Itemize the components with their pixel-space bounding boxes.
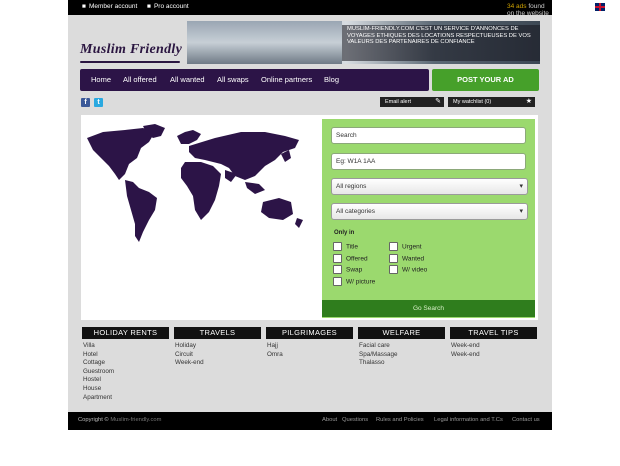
checkbox-box[interactable] bbox=[333, 254, 342, 263]
category-item[interactable]: Hotel bbox=[83, 351, 114, 360]
nav-item-blog[interactable]: Blog bbox=[324, 75, 339, 84]
category-item[interactable]: Spa/Massage bbox=[359, 351, 398, 360]
checkbox-box[interactable] bbox=[333, 277, 342, 286]
copyright: Copyright © Muslim-friendly.com bbox=[78, 417, 161, 423]
site-logo[interactable]: Muslim Friendly bbox=[80, 42, 182, 62]
chevron-down-icon: ▾ bbox=[519, 183, 523, 190]
category-item[interactable]: Cottage bbox=[83, 359, 114, 368]
watchlist-label: My watchlist (0) bbox=[453, 99, 492, 105]
regions-select[interactable]: All regions ▾ bbox=[331, 178, 528, 195]
pro-account-link[interactable]: ■ Pro account bbox=[147, 3, 189, 10]
checkbox-swap[interactable]: Swap bbox=[333, 265, 363, 274]
category-item[interactable]: Omra bbox=[267, 351, 283, 360]
category-item[interactable]: House bbox=[83, 385, 114, 394]
checkbox-label: Wanted bbox=[402, 255, 425, 263]
only-in-label: Only in bbox=[334, 230, 355, 236]
category-item[interactable]: Hostel bbox=[83, 376, 114, 385]
categories-value: All categories bbox=[336, 208, 376, 215]
location-input[interactable]: Eg: W1A 1AA bbox=[331, 153, 526, 170]
member-account-link[interactable]: ■ Member account bbox=[82, 3, 137, 10]
map-continents bbox=[87, 124, 303, 242]
category-item[interactable]: Holiday bbox=[175, 342, 204, 351]
category-item[interactable]: Thalasso bbox=[359, 359, 398, 368]
category-item[interactable]: Week-end bbox=[451, 351, 480, 360]
chevron-down-icon: ▾ bbox=[519, 208, 523, 215]
uk-flag-icon[interactable] bbox=[595, 3, 605, 11]
category-list-welfare: Facial care Spa/Massage Thalasso bbox=[359, 342, 398, 368]
checkbox-label: Swap bbox=[346, 266, 363, 274]
category-item[interactable]: Facial care bbox=[359, 342, 398, 351]
category-list-travels: Holiday Circuit Week-end bbox=[175, 342, 204, 368]
checkbox-with-picture[interactable]: W/ picture bbox=[333, 277, 376, 286]
checkbox-label: Offered bbox=[346, 255, 368, 263]
footer-link-rules[interactable]: Rules and Policies bbox=[376, 417, 424, 423]
copyright-text: Copyright © bbox=[78, 417, 109, 423]
category-heading-welfare[interactable]: WELFARE bbox=[358, 327, 445, 339]
post-your-ad-button[interactable]: POST YOUR AD bbox=[432, 69, 539, 91]
category-list-travel-tips: Week-end Week-end bbox=[451, 342, 480, 359]
checkbox-label: Urgent bbox=[402, 243, 422, 251]
checkbox-label: W/ picture bbox=[346, 278, 376, 286]
checkbox-box[interactable] bbox=[389, 242, 398, 251]
banner-photo bbox=[187, 21, 342, 64]
promo-banner[interactable]: MUSLIM-FRIENDLY.COM C'EST UN SERVICE D'A… bbox=[187, 21, 540, 64]
nav-item-online-partners[interactable]: Online partners bbox=[261, 75, 312, 84]
category-list-holiday-rents: Villa Hotel Cottage Guestroom Hostel Hou… bbox=[83, 342, 114, 402]
watchlist-button[interactable]: My watchlist (0) ★ bbox=[448, 97, 535, 107]
nav-item-home[interactable]: Home bbox=[91, 75, 111, 84]
category-item[interactable]: Guestroom bbox=[83, 368, 114, 377]
checkbox-box[interactable] bbox=[333, 242, 342, 251]
email-alert-button[interactable]: Email alert ✎ bbox=[380, 97, 444, 107]
category-heading-travel-tips[interactable]: TRAVEL TIPS bbox=[450, 327, 537, 339]
category-item[interactable]: Apartment bbox=[83, 394, 114, 403]
bullet-icon: ■ bbox=[82, 3, 86, 10]
go-search-button[interactable]: Go Search bbox=[322, 300, 535, 317]
logo-swoosh bbox=[80, 61, 180, 63]
checkbox-label: Title bbox=[346, 243, 359, 251]
pro-account-label: Pro account bbox=[153, 3, 189, 10]
banner-text: MUSLIM-FRIENDLY.COM C'EST UN SERVICE D'A… bbox=[342, 25, 540, 61]
checkbox-wanted[interactable]: Wanted bbox=[389, 254, 425, 263]
brush-icon: ✎ bbox=[435, 98, 441, 105]
footer-link-about[interactable]: About bbox=[322, 417, 337, 423]
checkbox-box[interactable] bbox=[333, 265, 342, 274]
checkbox-label: W/ video bbox=[402, 266, 428, 274]
checkbox-offered[interactable]: Offered bbox=[333, 254, 368, 263]
copyright-site-link[interactable]: Muslim-friendly.com bbox=[110, 417, 161, 423]
category-item[interactable]: Villa bbox=[83, 342, 114, 351]
categories-select[interactable]: All categories ▾ bbox=[331, 203, 528, 220]
footer-link-contact[interactable]: Contact us bbox=[512, 417, 540, 423]
checkbox-box[interactable] bbox=[389, 254, 398, 263]
checkbox-title[interactable]: Title bbox=[333, 242, 359, 251]
category-item[interactable]: Hajj bbox=[267, 342, 283, 351]
category-item[interactable]: Week-end bbox=[451, 342, 480, 351]
top-bar: ■ Member account ■ Pro account 34 ads foun… bbox=[68, 0, 605, 24]
main-nav: Home All offered All wanted All swaps On… bbox=[80, 69, 429, 91]
category-item[interactable]: Week-end bbox=[175, 359, 204, 368]
checkbox-with-video[interactable]: W/ video bbox=[389, 265, 428, 274]
nav-item-all-offered[interactable]: All offered bbox=[123, 75, 157, 84]
search-input[interactable]: Search bbox=[331, 127, 526, 144]
member-account-label: Member account bbox=[88, 3, 138, 10]
star-icon: ★ bbox=[525, 98, 532, 105]
category-list-pilgrimages: Hajj Omra bbox=[267, 342, 283, 359]
bullet-icon: ■ bbox=[147, 3, 151, 10]
facebook-icon[interactable]: f bbox=[81, 98, 90, 107]
category-heading-travels[interactable]: TRAVELS bbox=[174, 327, 261, 339]
category-heading-holiday-rents[interactable]: HOLIDAY RENTS bbox=[82, 327, 169, 339]
footer-link-questions[interactable]: Questions bbox=[342, 417, 368, 423]
nav-item-all-wanted[interactable]: All wanted bbox=[170, 75, 205, 84]
world-map[interactable] bbox=[85, 124, 310, 254]
category-item[interactable]: Circuit bbox=[175, 351, 204, 360]
category-heading-pilgrimages[interactable]: PILGRIMAGES bbox=[266, 327, 353, 339]
regions-value: All regions bbox=[336, 183, 367, 190]
footer: Copyright © Muslim-friendly.com About Qu… bbox=[68, 412, 552, 430]
nav-item-all-swaps[interactable]: All swaps bbox=[217, 75, 249, 84]
checkbox-urgent[interactable]: Urgent bbox=[389, 242, 422, 251]
online-count: 34 ads bbox=[507, 3, 527, 10]
twitter-icon[interactable]: t bbox=[94, 98, 103, 107]
email-alert-label: Email alert bbox=[385, 99, 411, 105]
footer-link-legal[interactable]: Legal information and T.Cs bbox=[434, 417, 503, 423]
checkbox-box[interactable] bbox=[389, 265, 398, 274]
